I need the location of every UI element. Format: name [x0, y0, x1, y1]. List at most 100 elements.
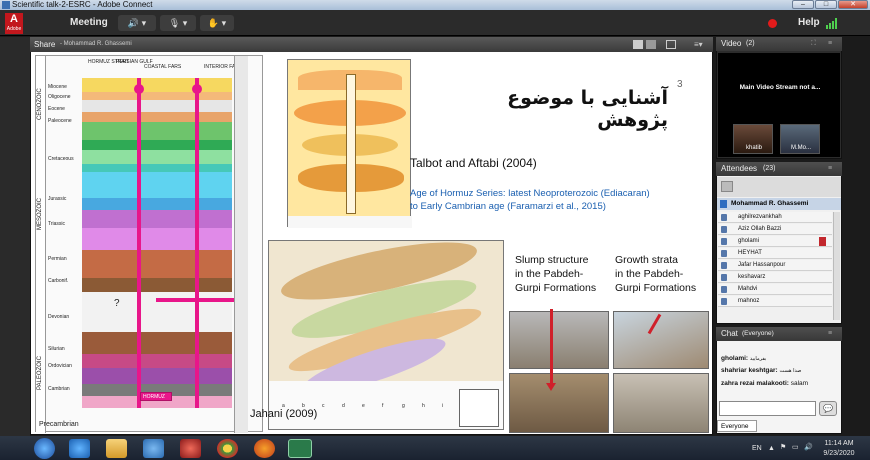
reference-talbot: Talbot and Aftabi (2004) — [410, 156, 537, 170]
host-icon — [720, 200, 727, 208]
user-icon — [721, 262, 727, 269]
recording-indicator-icon[interactable] — [768, 19, 777, 28]
adobe-connect-taskbar-icon[interactable] — [288, 439, 312, 458]
layout-icon[interactable] — [646, 40, 656, 49]
minimize-button[interactable]: – — [792, 0, 814, 9]
presentation-slide: CENOZOIC MESOZOIC PALEOZOIC Miocene Olig… — [31, 53, 712, 434]
app-icon[interactable] — [180, 439, 201, 458]
attendee-row[interactable]: gholami — [718, 236, 832, 247]
camera-button[interactable] — [168, 15, 196, 31]
period-cretaceous: Cretaceous — [48, 156, 74, 162]
slump-caption-line1: Slump structure — [515, 254, 589, 266]
video-pod-header: Video (2) ⛶ ≡ — [716, 37, 842, 51]
file-explorer-icon[interactable] — [106, 439, 127, 458]
geological-map-image — [268, 240, 504, 430]
media-player-icon[interactable] — [143, 439, 164, 458]
video-tile[interactable]: M.Mo... — [780, 124, 820, 154]
meeting-menu[interactable]: Meeting — [70, 17, 108, 29]
attendee-count: (23) — [763, 165, 776, 172]
close-window-button[interactable]: ✕ — [838, 0, 868, 9]
reference-age-line2: to Early Cambrian age (Faramarzi et al.,… — [410, 201, 606, 212]
list-view-icon[interactable] — [721, 181, 733, 192]
internet-explorer-icon[interactable] — [69, 439, 90, 458]
video-tile[interactable]: khatib — [733, 124, 773, 154]
map-legend: a b c d e f g h i — [282, 403, 444, 409]
attendee-row[interactable]: aghilrezvankhah — [718, 212, 832, 223]
strata-panel — [82, 78, 232, 408]
slump-arrow — [550, 309, 553, 385]
send-message-button[interactable]: 💬 — [819, 401, 837, 416]
start-button[interactable] — [34, 438, 55, 459]
attendee-row[interactable]: Mahdvi — [718, 284, 832, 295]
attendee-row[interactable]: Jafar Hassanpour — [718, 260, 832, 271]
chat-tab-everyone[interactable]: Everyone — [717, 420, 757, 432]
period-miocene: Miocene — [48, 84, 67, 90]
outcrop-photo — [509, 373, 609, 433]
pod-options-icon[interactable]: ≡ — [828, 162, 832, 176]
outcrop-photo — [509, 311, 609, 369]
connection-strength-icon — [826, 17, 840, 29]
adobe-connect-window: Scientific talk-2-ESRC - Adobe Connect –… — [0, 0, 870, 460]
video-status: Main Video Stream not a... — [739, 84, 821, 91]
fullscreen-icon[interactable] — [666, 40, 676, 49]
arrow-head-icon — [546, 383, 556, 391]
share-pod-header: Share - Mohammad R. Ghassemi ≡▾ — [30, 37, 713, 52]
column-header: COASTAL FARS — [144, 64, 182, 70]
chat-input[interactable] — [719, 401, 816, 416]
chrome-icon[interactable] — [217, 439, 238, 458]
status-button[interactable]: ✋ ▾ — [200, 15, 234, 31]
maximize-button[interactable]: □ — [815, 0, 837, 9]
presenter-name: - Mohammad R. Ghassemi — [60, 41, 132, 47]
fit-width-icon[interactable] — [633, 40, 643, 49]
unknown-marker: ? — [114, 298, 120, 309]
app-icon — [2, 1, 10, 9]
user-icon — [721, 274, 727, 281]
chat-message: zahra rezai malakooti: salam — [721, 380, 809, 387]
attendee-row[interactable]: mahnoz — [718, 296, 832, 307]
firefox-icon[interactable] — [254, 439, 275, 458]
help-menu[interactable]: Help — [798, 17, 820, 29]
period-oligocene: Oligocene — [48, 94, 71, 100]
tray-arrow-icon[interactable]: ▲ — [768, 444, 775, 453]
attendees-scrollbar[interactable] — [833, 212, 840, 320]
raise-hand-icon: ✋ — [207, 18, 220, 28]
period-carboniferous: Carbonif. — [48, 278, 69, 284]
user-icon — [721, 298, 727, 305]
input-language[interactable]: EN — [752, 444, 762, 453]
era-cenozoic: CENOZOIC — [37, 88, 43, 120]
microphone-active-icon — [819, 237, 826, 246]
video-count: (2) — [746, 40, 755, 47]
period-paleocene: Paleocene — [48, 118, 72, 124]
stratigraphic-chart: CENOZOIC MESOZOIC PALEOZOIC Miocene Olig… — [35, 55, 263, 433]
volume-icon[interactable]: 🔊 — [804, 443, 813, 452]
attendee-row[interactable]: Aziz Ollah Bazzi — [718, 224, 832, 235]
user-icon — [721, 238, 727, 245]
flag-icon[interactable]: ⚑ — [780, 443, 786, 452]
clock-date[interactable]: 9/23/2020 — [819, 449, 859, 458]
clock-time[interactable]: 11:14 AM — [821, 439, 857, 448]
pod-options-icon[interactable]: ≡ — [828, 37, 832, 51]
period-devonian: Devonian — [48, 314, 70, 320]
growth-caption-line3: Gurpi Formations — [615, 282, 697, 294]
attendee-row[interactable]: HEYHAT — [718, 248, 832, 259]
tectonic-column — [234, 56, 248, 433]
salt-column — [195, 78, 199, 408]
stage-gutter — [0, 37, 30, 436]
slide-number: 3 — [677, 79, 683, 90]
network-icon[interactable]: ▭ — [792, 443, 799, 452]
reference-age-line1: Age of Hormuz Series: latest Neoproteroz… — [410, 188, 650, 199]
growth-caption-line1: Growth strata — [615, 254, 679, 266]
pod-options-icon[interactable]: ≡ — [828, 327, 832, 341]
user-icon — [721, 226, 727, 233]
fullscreen-icon[interactable]: ⛶ — [811, 37, 816, 51]
speaker-button[interactable]: 🔊 ▾ — [118, 15, 156, 31]
period-ordovician: Ordovician — [48, 363, 72, 369]
host-row[interactable]: Mohammad R. Ghassemi — [717, 198, 841, 210]
attendee-row[interactable]: keshavarz — [718, 272, 832, 283]
pod-options-icon[interactable]: ≡▾ — [694, 37, 703, 52]
window-title: Scientific talk-2-ESRC - Adobe Connect — [12, 0, 153, 9]
period-triassic: Triassic — [48, 221, 66, 227]
era-mesozoic: MESOZOIC — [37, 197, 43, 230]
user-icon — [721, 286, 727, 293]
growth-caption-line2: in the Pabdeh- — [615, 268, 684, 280]
